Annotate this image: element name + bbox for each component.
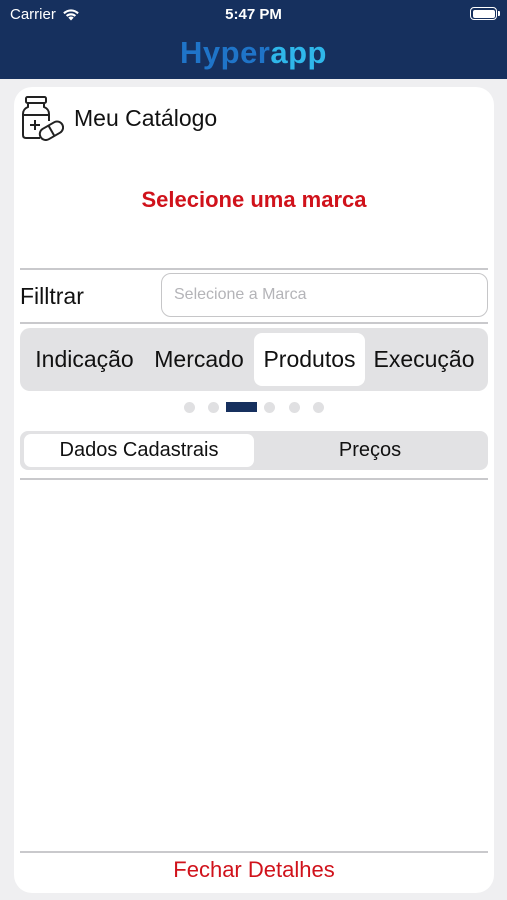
page-dot[interactable] xyxy=(313,402,324,413)
close-details-button[interactable]: Fechar Detalhes xyxy=(14,857,494,883)
filter-label: Filltrar xyxy=(20,283,84,309)
catalog-title: Meu Catálogo xyxy=(74,104,218,131)
page-dot[interactable] xyxy=(264,402,275,413)
app-logo: Hyperapp xyxy=(0,35,507,71)
divider xyxy=(20,322,488,324)
tab-produtos[interactable]: Produtos xyxy=(254,333,365,386)
tab-execucao[interactable]: Execução xyxy=(368,333,480,386)
medicine-bottle-pill-icon xyxy=(22,96,64,141)
section-tabs: Indicação Mercado Produtos Execução xyxy=(20,328,488,391)
page-dot-active[interactable] xyxy=(226,402,257,412)
details-segmented-control: Dados Cadastrais Preços xyxy=(20,431,488,470)
divider xyxy=(20,478,488,480)
battery-icon xyxy=(470,7,500,20)
logo-text-hyper: Hyper xyxy=(180,35,271,70)
select-brand-prompt: Selecione uma marca xyxy=(141,187,367,212)
status-bar: Carrier 5:47 PM xyxy=(0,0,507,28)
divider xyxy=(20,268,488,270)
page-dot[interactable] xyxy=(208,402,219,413)
tab-mercado[interactable]: Mercado xyxy=(146,333,252,386)
page-dot[interactable] xyxy=(184,402,195,413)
catalog-card: Meu Catálogo Selecione uma marca Filltra… xyxy=(14,87,494,893)
divider xyxy=(20,851,488,853)
page-indicator[interactable] xyxy=(14,402,494,414)
segment-precos[interactable]: Preços xyxy=(256,434,484,467)
logo-text-app: app xyxy=(270,35,327,70)
brand-select-input[interactable] xyxy=(161,273,488,317)
tab-indicacao[interactable]: Indicação xyxy=(26,333,143,386)
catalog-header: Meu Catálogo xyxy=(20,95,217,141)
page-dot[interactable] xyxy=(289,402,300,413)
navigation-bar: Carrier 5:47 PM Hyperapp xyxy=(0,0,507,79)
segment-dados-cadastrais[interactable]: Dados Cadastrais xyxy=(24,434,254,467)
clock: 5:47 PM xyxy=(225,6,282,23)
